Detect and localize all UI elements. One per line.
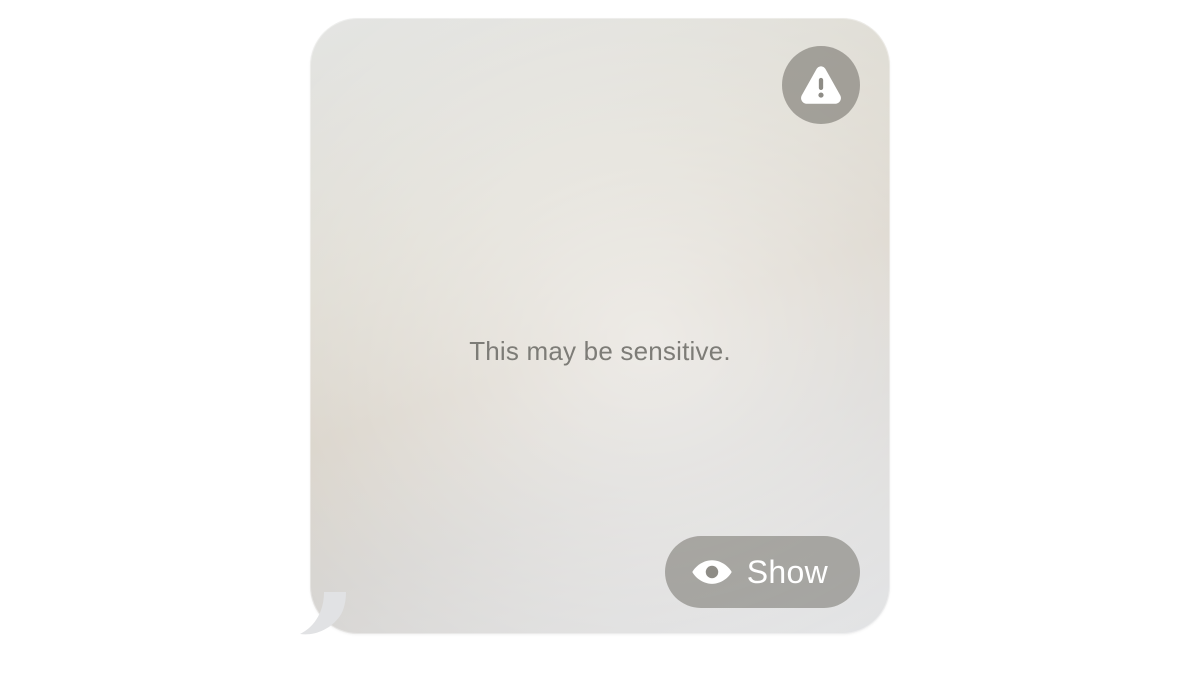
warning-triangle-icon [798,62,844,108]
show-button-label: Show [747,554,828,591]
viewport: This may be sensitive. Show [0,0,1200,675]
sensitive-message-text: This may be sensitive. [310,336,890,367]
warning-badge [782,46,860,124]
eye-icon [691,551,733,593]
show-button[interactable]: Show [665,536,860,608]
sensitive-content-bubble: This may be sensitive. Show [310,18,890,634]
bubble-tail [300,592,348,640]
